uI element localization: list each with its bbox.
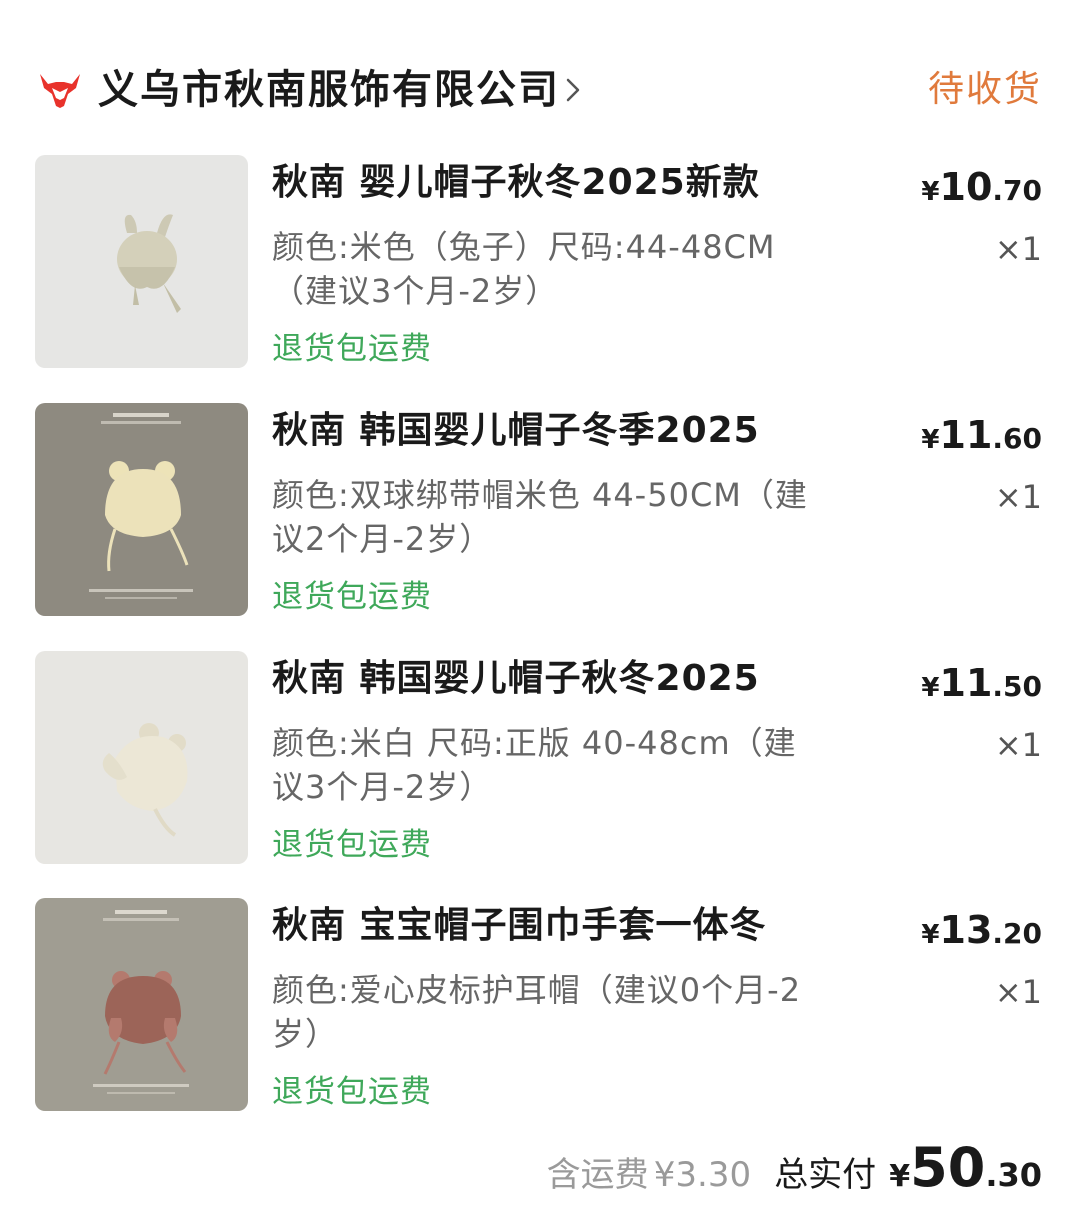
return-shipping-tag: 退货包运费 [272,1074,432,1110]
product-price: ¥13.20 [921,908,1042,952]
shipping-value: ¥3.30 [653,1155,752,1195]
order-card: 义乌市秋南服饰有限公司 待收货 秋南 婴儿帽子秋冬2025新款 颜色:米色（兔子… [0,0,1080,1221]
list-item[interactable]: 秋南 韩国婴儿帽子秋冬2025 颜色:米白 尺码:正版 40-48cm（建议3个… [0,651,1080,865]
product-spec[interactable]: 颜色:米色（兔子）尺码:44-48CM（建议3个月-2岁） [272,225,812,313]
list-item[interactable]: 秋南 婴儿帽子秋冬2025新款 颜色:米色（兔子）尺码:44-48CM（建议3个… [0,155,1080,369]
product-title[interactable]: 秋南 宝宝帽子围巾手套一体冬 [272,900,767,952]
product-title[interactable]: 秋南 婴儿帽子秋冬2025新款 [272,157,760,209]
product-price: ¥10.70 [921,165,1042,209]
product-price: ¥11.50 [921,661,1042,705]
total-currency: ¥ [889,1159,911,1194]
product-title[interactable]: 秋南 韩国婴儿帽子冬季2025 [272,405,760,457]
product-quantity: ×1 [994,973,1042,1011]
product-image[interactable] [35,651,248,864]
list-item[interactable]: 秋南 韩国婴儿帽子冬季2025 颜色:双球绑带帽米色 44-50CM（建议2个月… [0,403,1080,617]
product-spec[interactable]: 颜色:双球绑带帽米色 44-50CM（建议2个月-2岁） [272,473,812,561]
product-image[interactable] [35,155,248,368]
list-item[interactable]: 秋南 宝宝帽子围巾手套一体冬 颜色:爱心皮标护耳帽（建议0个月-2岁） 退货包运… [0,898,1080,1112]
product-image[interactable] [35,403,248,616]
total-paid-label: 总实付 [774,1155,877,1195]
product-quantity: ×1 [994,726,1042,764]
product-quantity: ×1 [994,230,1042,268]
product-quantity: ×1 [994,478,1042,516]
product-title[interactable]: 秋南 韩国婴儿帽子秋冬2025 [272,653,760,705]
store-header: 义乌市秋南服饰有限公司 待收货 [0,58,1080,122]
product-spec[interactable]: 颜色:爱心皮标护耳帽（建议0个月-2岁） [272,968,812,1056]
total-paid-decimal: .30 [985,1156,1042,1194]
return-shipping-tag: 退货包运费 [272,331,432,367]
bull-head-icon[interactable] [38,70,82,110]
return-shipping-tag: 退货包运费 [272,579,432,615]
total-paid-integer: 50 [910,1136,986,1199]
product-spec[interactable]: 颜色:米白 尺码:正版 40-48cm（建议3个月-2岁） [272,721,812,809]
order-status: 待收货 [927,69,1042,110]
chevron-right-icon[interactable] [564,74,582,106]
shipping-label: 含运费 [546,1155,649,1195]
order-total: 含运费 ¥3.30 总实付 ¥50.30 [546,1136,1042,1199]
store-name[interactable]: 义乌市秋南服饰有限公司 [98,62,560,118]
product-image[interactable] [35,898,248,1111]
return-shipping-tag: 退货包运费 [272,827,432,863]
product-price: ¥11.60 [921,413,1042,457]
